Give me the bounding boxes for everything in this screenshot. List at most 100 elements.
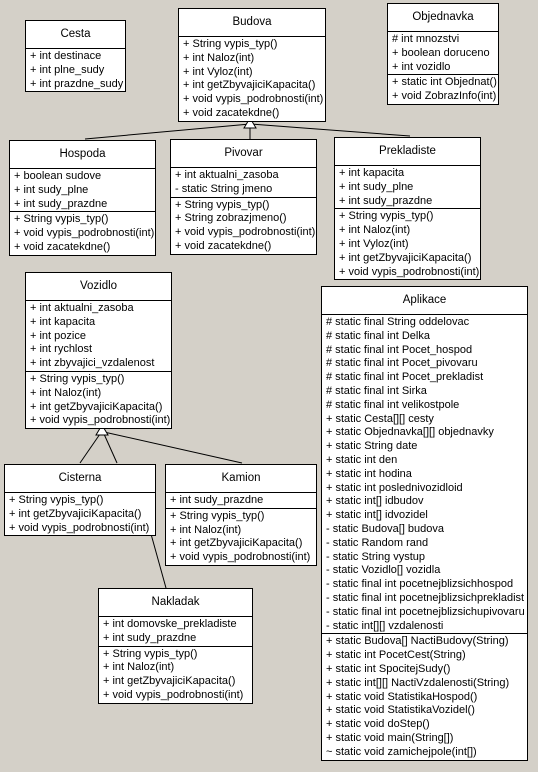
method: + int Naloz(int) <box>170 523 242 536</box>
method: + void vypis_podrobnosti(int) <box>9 521 150 534</box>
method: + static int SpocitejSudy() <box>326 662 451 675</box>
method: + int getZbyvajiciKapacita() <box>170 537 303 550</box>
methods-section: + String vypis_typ() + int Naloz(int) + in… <box>179 37 325 121</box>
class-pivovar[interactable]: Pivovar + int aktualni_zasoba - static Str… <box>170 139 317 255</box>
attributes-section: + int domovske_prekladiste + int sudy_pra… <box>99 617 252 646</box>
methods-section: + String vypis_typ() + int Naloz(int) + in… <box>166 507 316 565</box>
method: + void vypis_podrobnosti(int) <box>14 227 155 240</box>
attribute: + boolean doruceno <box>392 46 490 59</box>
class-hospoda[interactable]: Hospoda + boolean sudove + int sudy_plne + … <box>9 140 156 256</box>
attribute: - static final int pocetnejblizsichprekl… <box>326 591 525 604</box>
attribute: - static String vystup <box>326 550 426 563</box>
attribute: + int aktualni_zasoba <box>175 169 279 181</box>
attribute: + static String date <box>326 440 418 453</box>
class-name: Budova <box>179 9 325 37</box>
methods-section: + String vypis_typ() + int getZbyvajiciKa… <box>5 493 155 535</box>
attribute: + int rychlost <box>30 343 93 356</box>
method: + String vypis_typ() <box>170 509 265 522</box>
method: + void vypis_podrobnosti(int) <box>30 414 171 427</box>
methods-section: + String vypis_typ() + int Naloz(int) + in… <box>26 370 171 428</box>
method: + static void StatistikaVozidel() <box>326 704 475 717</box>
method: + static int Objednat() <box>392 76 497 89</box>
class-name: Objednavka <box>388 4 498 32</box>
attribute: # int mnozstvi <box>392 33 460 45</box>
method: + void zacatekdne() <box>175 239 272 252</box>
generalization-cisterna-vozidlo <box>79 433 101 464</box>
method: + String vypis_typ() <box>183 38 278 50</box>
attribute: + int sudy_prazdne <box>170 494 264 506</box>
attribute: - static final int pocetnejblizsichhospo… <box>326 578 514 591</box>
method: + int Naloz(int) <box>103 661 175 674</box>
method: + int Naloz(int) <box>339 224 411 237</box>
class-budova[interactable]: Budova + String vypis_typ() + int Naloz(in… <box>178 8 326 122</box>
class-aplikace[interactable]: Aplikace # static final String oddelovac #… <box>321 286 528 761</box>
attribute: + static int poslednivozidloid <box>326 481 463 494</box>
attribute: + int domovske_prekladiste <box>103 618 237 630</box>
attribute: + int kapacita <box>339 167 405 179</box>
method: + void zacatekdne() <box>183 106 280 119</box>
attribute: + int sudy_plne <box>14 183 89 196</box>
class-cisterna[interactable]: Cisterna + String vypis_typ() + int getZby… <box>4 464 156 537</box>
class-name: Hospoda <box>10 141 155 169</box>
class-kamion[interactable]: Kamion + int sudy_prazdne + String vypis_t… <box>165 464 317 566</box>
method: + int getZbyvajiciKapacita() <box>30 400 163 413</box>
attribute: + static int[] idbudov <box>326 495 424 508</box>
attributes-section: + boolean sudove + int sudy_plne + int sud… <box>10 169 155 211</box>
class-vozidlo[interactable]: Vozidlo + int aktualni_zasoba + int kapaci… <box>25 272 172 430</box>
methods-section: + String vypis_typ() + int Naloz(int) + in… <box>335 208 480 279</box>
attribute: - static Vozidlo[] vozidla <box>326 564 441 577</box>
method: + static void StatistikaHospod() <box>326 690 478 703</box>
attribute: - static Random rand <box>326 536 429 549</box>
attribute: + int sudy_prazdne <box>339 194 433 207</box>
attribute: # static final int velikostpole <box>326 398 460 411</box>
class-name: Aplikace <box>322 287 527 315</box>
generalization-prekladiste-budova <box>249 123 411 137</box>
method: + String vypis_typ() <box>175 198 270 211</box>
method: + void vypis_podrobnosti(int) <box>170 551 311 564</box>
attribute: # static final String oddelovac <box>326 316 470 328</box>
methods-section: + String vypis_typ() + void vypis_podrobn… <box>10 211 155 254</box>
class-objednavka[interactable]: Objednavka # int mnozstvi + boolean doruce… <box>387 3 499 105</box>
method: + void vypis_podrobnosti(int) <box>183 93 324 106</box>
method: + int Vyloz(int) <box>339 237 409 250</box>
method: + static void main(String[]) <box>326 731 454 744</box>
class-cesta[interactable]: Cesta + int destinace + int plne_sudy + int… <box>25 20 126 93</box>
attribute: + static int[] idvozidel <box>326 509 428 522</box>
method: + String zobrazjmeno() <box>175 212 287 225</box>
class-name: Prekladiste <box>335 138 480 166</box>
method: + int getZbyvajiciKapacita() <box>9 507 142 520</box>
attribute: + static int hodina <box>326 467 412 480</box>
attribute: + int destinace <box>30 50 102 62</box>
class-name: Kamion <box>166 465 316 493</box>
attributes-section: + int aktualni_zasoba + int kapacita + int… <box>26 301 171 371</box>
generalization-cisterna-vozidlo-2 <box>103 433 118 464</box>
class-name: Cesta <box>26 21 125 49</box>
method: + int Naloz(int) <box>183 51 255 64</box>
attribute: - static String jmeno <box>175 182 273 195</box>
method: + static Budova[] NactiBudovy(String) <box>326 635 509 648</box>
attribute: + boolean sudove <box>14 170 102 182</box>
class-nakladak[interactable]: Nakladak + int domovske_prekladiste + int … <box>98 588 253 704</box>
method: + void vypis_podrobnosti(int) <box>103 688 244 701</box>
attributes-section: + int kapacita + int sudy_plne + int sudy_… <box>335 166 480 208</box>
attribute: + int pozice <box>30 329 86 342</box>
attribute: + int plne_sudy <box>30 63 105 76</box>
attribute: + int sudy_prazdne <box>14 197 108 210</box>
method: ~ static void zamichejpole(int[]) <box>326 745 477 758</box>
class-prekladiste[interactable]: Prekladiste + int kapacita + int sudy_plne… <box>334 137 481 281</box>
attribute: + static int den <box>326 453 398 466</box>
attribute: - static Budova[] budova <box>326 522 445 535</box>
method: + static int[][] NactiVzdalenosti(String… <box>326 676 510 689</box>
attribute: + int aktualni_zasoba <box>30 302 134 314</box>
method: + int Naloz(int) <box>30 386 102 399</box>
attribute: # static final int Pocet_hospod <box>326 343 473 356</box>
methods-section: + static Budova[] NactiBudovy(String) + s… <box>322 633 527 759</box>
class-name: Vozidlo <box>26 273 171 301</box>
methods-section: + String vypis_typ() + int Naloz(int) + in… <box>99 645 252 703</box>
method: + void ZobrazInfo(int) <box>392 90 497 103</box>
method: + void vypis_podrobnosti(int) <box>339 265 480 278</box>
attributes-section: # static final String oddelovac # static … <box>322 315 527 633</box>
method: + static int PocetCest(String) <box>326 649 466 662</box>
attribute: + int sudy_prazdne <box>103 631 197 644</box>
attribute: # static final int Delka <box>326 329 430 342</box>
